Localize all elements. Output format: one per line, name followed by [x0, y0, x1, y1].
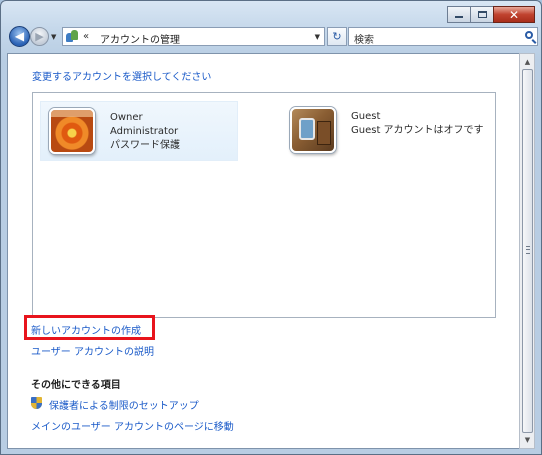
- explain-accounts-link[interactable]: ユーザー アカウントの説明: [31, 343, 154, 358]
- scroll-thumb[interactable]: [522, 69, 533, 433]
- account-info-owner: Owner Administrator パスワード保護: [110, 111, 180, 153]
- maximize-icon: [477, 11, 487, 18]
- minimize-icon: [455, 16, 463, 18]
- account-name: Guest: [351, 111, 381, 122]
- address-path: アカウントの管理: [100, 35, 180, 46]
- account-name: Owner: [110, 112, 143, 123]
- close-icon: ✕: [508, 7, 520, 22]
- search-placeholder: 検索: [354, 35, 374, 46]
- caption-buttons: ✕: [447, 6, 535, 23]
- search-box[interactable]: 検索: [348, 27, 538, 46]
- account-list: Owner Administrator パスワード保護 Guest Guest …: [32, 92, 496, 318]
- address-chevron[interactable]: «: [83, 31, 89, 42]
- account-tile-guest[interactable]: Guest Guest アカウントはオフです: [282, 101, 484, 161]
- refresh-icon: ↻: [332, 30, 342, 43]
- forward-button[interactable]: ▶: [30, 27, 49, 46]
- maximize-button[interactable]: [470, 6, 494, 23]
- vertical-scrollbar[interactable]: ▲ ▼: [519, 53, 535, 449]
- other-tasks-heading: その他にできる項目: [31, 380, 121, 391]
- orange-flower-picture-icon: [49, 108, 95, 154]
- grip-icon: [526, 246, 530, 254]
- address-bar[interactable]: « アカウントの管理 ▼: [62, 27, 325, 46]
- scroll-up-icon[interactable]: ▲: [522, 56, 533, 68]
- main-accounts-page-link[interactable]: メインのユーザー アカウントのページに移動: [31, 418, 234, 433]
- account-role: Administrator: [110, 126, 179, 137]
- minimize-button[interactable]: [447, 6, 471, 23]
- users-icon: [66, 30, 79, 43]
- account-info-guest: Guest Guest アカウントはオフです: [351, 110, 484, 138]
- address-dropdown-icon[interactable]: ▼: [315, 33, 320, 41]
- shield-icon: [31, 397, 42, 409]
- account-status: Guest アカウントはオフです: [351, 125, 484, 136]
- navigation-bar: ◀ ▶ ▼ « アカウントの管理 ▼ ↻ 検索: [5, 25, 539, 49]
- recent-pages-dropdown[interactable]: ▼: [51, 33, 56, 41]
- refresh-button[interactable]: ↻: [327, 27, 347, 46]
- scroll-down-icon[interactable]: ▼: [522, 434, 533, 446]
- back-button[interactable]: ◀: [9, 26, 30, 47]
- parental-controls-link[interactable]: 保護者による制限のセットアップ: [49, 397, 199, 412]
- page-heading: 変更するアカウントを選択してください: [32, 72, 212, 83]
- close-button[interactable]: ✕: [493, 6, 535, 23]
- create-account-link[interactable]: 新しいアカウントの作成: [31, 322, 141, 337]
- search-icon[interactable]: [525, 31, 533, 39]
- account-tile-owner[interactable]: Owner Administrator パスワード保護: [40, 101, 238, 161]
- guest-briefcase-picture-icon: [290, 107, 336, 153]
- account-status: パスワード保護: [110, 140, 180, 151]
